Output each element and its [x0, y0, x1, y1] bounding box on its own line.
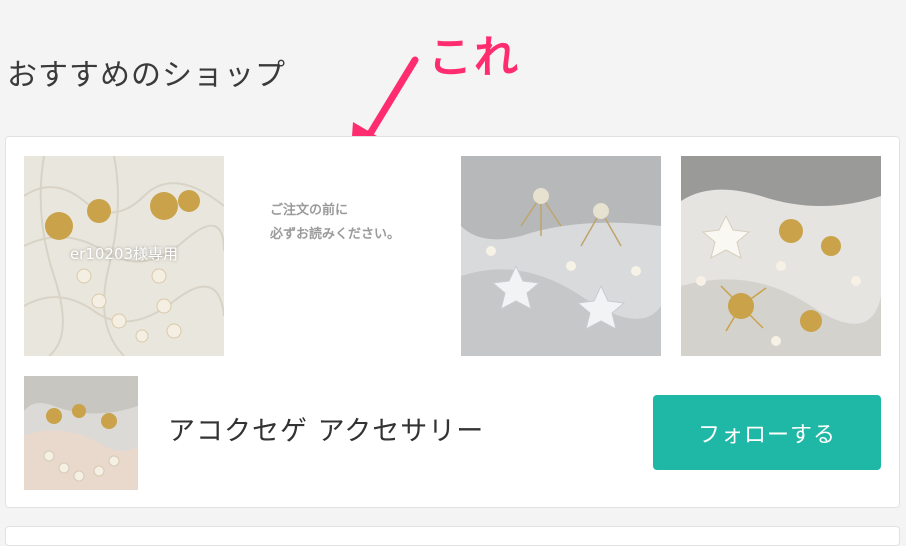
- product-thumbnail-1[interactable]: er10203様専用: [24, 156, 224, 356]
- product-image-star-earrings: [461, 156, 661, 356]
- follow-button[interactable]: フォローする: [653, 395, 881, 470]
- product-overlay-text: er10203様専用: [69, 245, 179, 263]
- annotation-label: これ: [428, 32, 520, 83]
- product-notice: ご注文の前に 必ずお読みください。: [270, 199, 400, 247]
- section-title: おすすめのショップ: [7, 58, 286, 93]
- recommended-shop-card: er10203様専用 ご注文の前に 必ずお読みください。 アコクセゲ アクセサリ…: [5, 136, 900, 508]
- shop-avatar[interactable]: [24, 376, 138, 490]
- shop-avatar-image: [24, 376, 138, 490]
- product-thumbnail-4[interactable]: [681, 156, 881, 356]
- product-image-gold-brooch: [681, 156, 881, 356]
- product-thumbnail-2[interactable]: ご注文の前に 必ずお読みください。: [262, 156, 462, 356]
- next-shop-card: [5, 526, 900, 546]
- notice-line-1: ご注文の前に: [270, 203, 349, 218]
- shop-name[interactable]: アコクセゲ アクセサリー: [168, 414, 484, 450]
- product-thumbnail-3[interactable]: [461, 156, 661, 356]
- notice-line-2: 必ずお読みください。: [270, 227, 401, 242]
